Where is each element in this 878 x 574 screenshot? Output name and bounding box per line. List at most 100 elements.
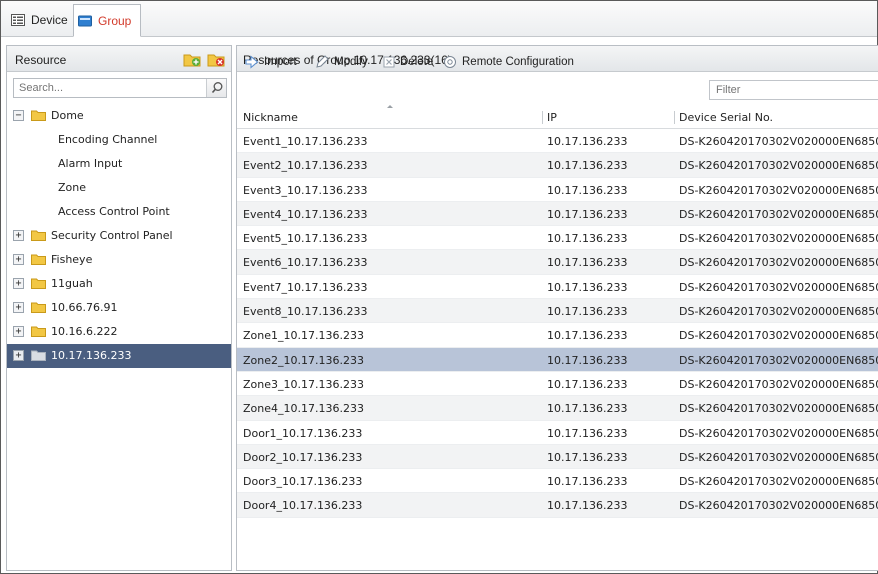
import-label: Import (264, 56, 297, 68)
tree-node-fisheye[interactable]: + Fisheye (7, 248, 231, 272)
expand-icon[interactable]: + (13, 254, 24, 265)
table-row[interactable]: Event1_10.17.136.233 10.17.136.233 DS-K260… (237, 129, 878, 154)
import-button[interactable]: Import (245, 54, 297, 70)
table-row[interactable]: Event8_10.17.136.233 10.17.136.233 DS-K260… (237, 299, 878, 324)
table-row[interactable]: Door2_10.17.136.233 10.17.136.233 DS-K2604… (237, 444, 878, 470)
cell-ip: 10.17.136.233 (547, 475, 628, 489)
tree-node-label: Dome (51, 109, 84, 122)
resources-table: Nickname IP Device Serial No. Event1_10.… (237, 105, 878, 518)
table-row[interactable]: Zone4_10.17.136.233 10.17.136.233 DS-K2604… (237, 396, 878, 421)
folder-icon (31, 254, 46, 265)
cell-ip: 10.17.136.233 (547, 159, 628, 173)
table-body: Event1_10.17.136.233 10.17.136.233 DS-K260… (237, 129, 878, 518)
tab-device[interactable]: Device (7, 4, 71, 36)
tree-node-zone[interactable]: Zone (7, 176, 231, 200)
cell-nickname: Event2_10.17.136.233 (243, 159, 368, 173)
cell-ip: 10.17.136.233 (547, 183, 628, 197)
table-row[interactable]: Event7_10.17.136.233 10.17.136.233 DS-K260… (237, 275, 878, 300)
table-row[interactable]: Event4_10.17.136.233 10.17.136.233 DS-K260… (237, 201, 878, 227)
resource-search-input[interactable] (14, 79, 204, 97)
table-row[interactable]: Door4_10.17.136.233 10.17.136.233 DS-K2604… (237, 493, 878, 518)
cell-nickname: Event3_10.17.136.233 (243, 183, 368, 197)
cell-nickname: Event7_10.17.136.233 (243, 280, 368, 294)
table-row[interactable]: Door1_10.17.136.233 10.17.136.233 DS-K2604… (237, 421, 878, 445)
tree-node-10-16-6-222[interactable]: + 10.16.6.222 (7, 320, 231, 344)
expand-icon[interactable]: + (13, 302, 24, 313)
app-window: Device Group Resource Search... − Dome E… (0, 0, 878, 574)
expand-icon[interactable]: + (13, 326, 24, 337)
expand-icon[interactable]: + (13, 350, 24, 361)
tree-node-security-control-panel[interactable]: + Security Control Panel (7, 224, 231, 248)
cell-serial: DS-K260420170302V020000EN6850... (679, 402, 878, 416)
cell-ip: 10.17.136.233 (547, 426, 628, 440)
cell-serial: DS-K260420170302V020000EN6850... (679, 426, 878, 440)
delete-button[interactable]: Delete (383, 54, 433, 70)
cell-serial: DS-K260420170302V020000EN6850... (679, 232, 878, 246)
table-row[interactable]: Door3_10.17.136.233 10.17.136.233 DS-K2604… (237, 469, 878, 494)
cell-ip: 10.17.136.233 (547, 135, 628, 148)
add-group-icon[interactable] (183, 51, 201, 67)
cell-ip: 10.17.136.233 (547, 207, 628, 221)
group-icon (78, 15, 92, 26)
table-row[interactable]: Event2_10.17.136.233 10.17.136.233 DS-K260… (237, 153, 878, 178)
table-row[interactable]: Event5_10.17.136.233 10.17.136.233 DS-K260… (237, 226, 878, 251)
remote-configuration-label: Remote Configuration (462, 56, 574, 68)
cell-serial: DS-K260420170302V020000EN6850... (679, 353, 878, 367)
tree-node-dome[interactable]: − Dome (7, 104, 231, 128)
column-header-serial[interactable]: Device Serial No. (679, 111, 773, 124)
table-row[interactable]: Zone2_10.17.136.233 10.17.136.233 DS-K2604… (237, 347, 878, 372)
collapse-icon[interactable]: − (13, 110, 24, 121)
table-row[interactable]: Zone1_10.17.136.233 10.17.136.233 DS-K2604… (237, 323, 878, 348)
sort-indicator-icon (387, 105, 393, 108)
column-header-nickname[interactable]: Nickname (243, 111, 298, 124)
resource-panel-title: Resource (15, 53, 67, 67)
remote-configuration-button[interactable]: Remote Configuration (443, 54, 574, 70)
column-divider[interactable] (674, 111, 675, 124)
cell-ip: 10.17.136.233 (547, 280, 628, 294)
cell-serial: DS-K260420170302V020000EN6850... (679, 329, 878, 343)
tree-node-10-66-76-91[interactable]: + 10.66.76.91 (7, 296, 231, 320)
table-row[interactable]: Event6_10.17.136.233 10.17.136.233 DS-K260… (237, 250, 878, 275)
tree-node-label: Alarm Input (58, 157, 123, 170)
cell-nickname: Door1_10.17.136.233 (243, 426, 363, 440)
cell-nickname: Door3_10.17.136.233 (243, 475, 363, 489)
folder-icon (31, 302, 46, 313)
tree-node-encoding-channel[interactable]: Encoding Channel (7, 128, 231, 152)
column-header-ip[interactable]: IP (547, 111, 557, 124)
column-divider[interactable] (542, 111, 543, 124)
tree-node-label: 11guah (51, 277, 93, 290)
tree-node-label: 10.66.76.91 (51, 301, 118, 314)
tree-node-label: Security Control Panel (51, 229, 173, 242)
cell-nickname: Door2_10.17.136.233 (243, 450, 363, 464)
cell-nickname: Zone1_10.17.136.233 (243, 329, 364, 343)
cell-nickname: Event8_10.17.136.233 (243, 305, 368, 319)
cell-serial: DS-K260420170302V020000EN6850... (679, 377, 878, 391)
cell-serial: DS-K260420170302V020000EN6850... (679, 256, 878, 270)
tree-node-label: 10.16.6.222 (51, 325, 118, 338)
tree-node-label: Fisheye (51, 253, 93, 266)
table-row[interactable]: Event3_10.17.136.233 10.17.136.233 DS-K260… (237, 178, 878, 202)
gear-icon (444, 56, 456, 68)
cell-serial: DS-K260420170302V020000EN6850... (679, 207, 878, 221)
tree-node-11guah[interactable]: + 11guah (7, 272, 231, 296)
cell-ip: 10.17.136.233 (547, 450, 628, 464)
table-row[interactable]: Zone3_10.17.136.233 10.17.136.233 DS-K2604… (237, 372, 878, 397)
tab-group[interactable]: Group (73, 4, 141, 37)
cell-serial: DS-K260420170302V020000EN6850... (679, 183, 878, 197)
tree-node-alarm-input[interactable]: Alarm Input (7, 152, 231, 176)
group-resources-panel: Resources of Group 10.17.136.233(16) Imp… (236, 45, 878, 571)
search-button[interactable] (206, 79, 226, 97)
tree-node-10-17-136-233[interactable]: + 10.17.136.233 (7, 344, 231, 368)
import-icon (245, 55, 259, 69)
filter-input[interactable] (710, 81, 870, 99)
expand-icon[interactable]: + (13, 278, 24, 289)
delete-group-icon[interactable] (207, 51, 225, 67)
expand-icon[interactable]: + (13, 230, 24, 241)
device-list-icon (11, 14, 25, 26)
cell-ip: 10.17.136.233 (547, 329, 628, 343)
cell-serial: DS-K260420170302V020000EN6850... (679, 305, 878, 319)
modify-button[interactable]: Modify (315, 54, 368, 70)
cell-serial: DS-K260420170302V020000EN6850... (679, 280, 878, 294)
tree-node-label: 10.17.136.233 (51, 349, 132, 362)
tree-node-access-control-point[interactable]: Access Control Point (7, 200, 231, 224)
